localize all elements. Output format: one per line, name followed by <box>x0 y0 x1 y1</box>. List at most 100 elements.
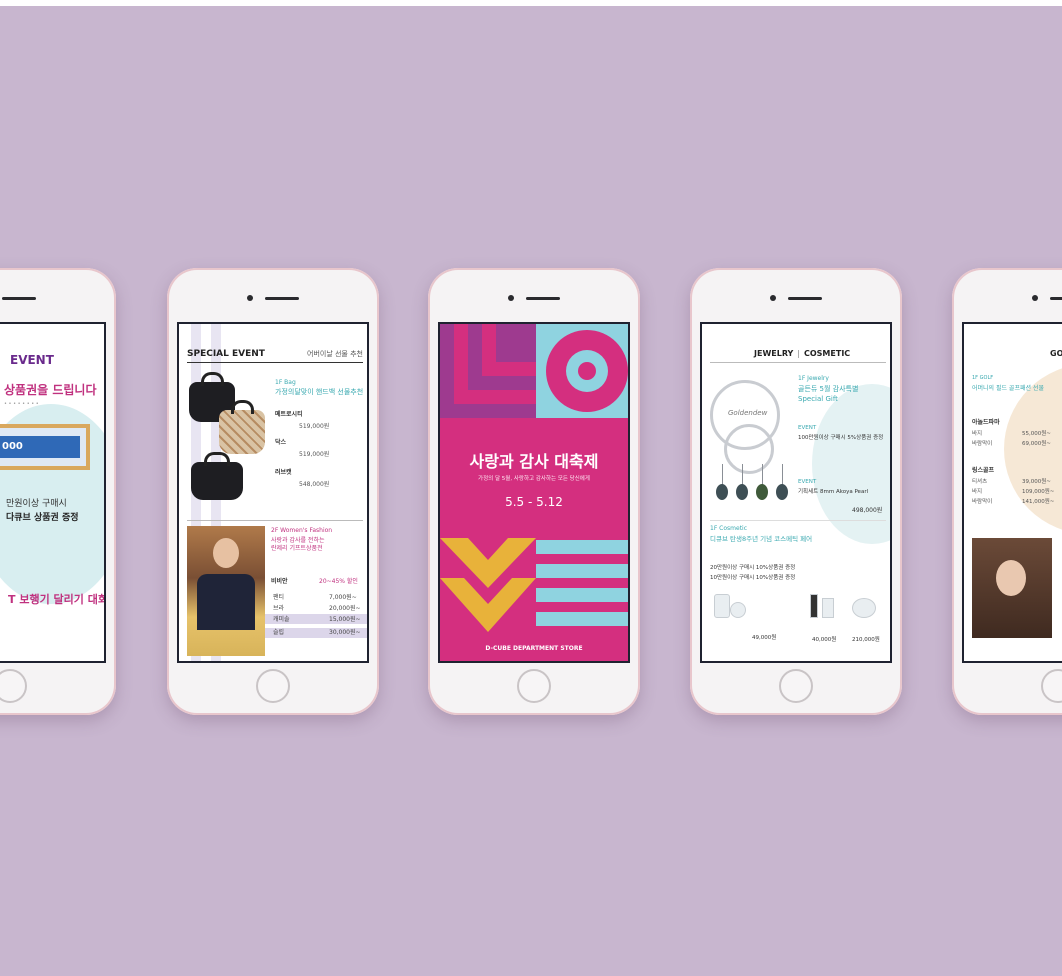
screen2-subtitle: 어버이날 선물 추천 <box>307 350 363 358</box>
screen4-promo1: 20만원이상 구매시 10%상품권 증정 <box>710 565 796 571</box>
row-price: 39,000원~ <box>1022 479 1051 485</box>
cosmetic-image <box>822 598 834 618</box>
screen2-floor1-desc: 가정의달맞이 핸드백 선물추천 <box>275 388 364 396</box>
list-item-name: 브라 <box>273 605 285 612</box>
screen4-floor: 1F Jewelry <box>798 375 829 382</box>
phone-1: EVENT 상품권을 드립니다 • • • • • • • • 000 만원이상… <box>0 268 116 715</box>
speaker-icon <box>265 297 299 300</box>
screen1-line1: 만원이상 구매시 <box>6 499 67 509</box>
row-price: 69,000원~ <box>1022 441 1051 447</box>
home-button[interactable] <box>517 669 551 703</box>
model-photo <box>972 538 1052 638</box>
screen4-event1-text: 100만원이상 구매시 5%상품권 증정 <box>798 435 884 441</box>
cosmetic-image <box>730 602 746 618</box>
letter-e-stripe <box>536 612 628 626</box>
screen2-price3: 548,000원 <box>299 481 330 488</box>
camera-icon <box>247 295 253 301</box>
divider <box>187 362 363 363</box>
row-price: 55,000원~ <box>1022 431 1051 437</box>
list-item-price: 30,000원~ <box>329 629 361 636</box>
screen4-price-a: 498,000원 <box>852 507 883 514</box>
event-dates: 5.5 - 5.12 <box>505 495 563 509</box>
cosmetic-image <box>852 598 876 618</box>
screen4-title-left: JEWELRY <box>754 349 794 358</box>
list-item-name: 슬립 <box>273 629 285 636</box>
screen2-floor2-desc2: 란제리 기프트상품전 <box>271 545 323 552</box>
home-button[interactable] <box>256 669 290 703</box>
home-button[interactable] <box>1041 669 1062 703</box>
list-item-price: 7,000원~ <box>329 594 357 601</box>
handbag-image <box>219 400 265 454</box>
home-button[interactable] <box>0 669 27 703</box>
screen4-floor2-desc: 디큐브 탄생8주년 기념 코스메틱 페어 <box>710 535 813 543</box>
phone-2: SPECIAL EVENT 어버이날 선물 추천 1F Bag 가정의달맞이 핸… <box>167 268 379 715</box>
screen2-brand3: 러브캣 <box>275 469 292 476</box>
row-label: 바지 <box>972 431 983 437</box>
page: EVENT 상품권을 드립니다 • • • • • • • • 000 만원이상… <box>0 0 1062 976</box>
letter-v-block <box>440 538 536 634</box>
letter-e-stripe <box>536 588 628 602</box>
screen5-title: GOL <box>1050 349 1062 358</box>
ring-image <box>724 424 774 474</box>
screen4-promo2: 10만원이상 구매시 10%상품권 증정 <box>710 575 796 581</box>
row-label: 바지 <box>972 489 983 495</box>
screen-5: GOL 1F GOLF 어머니의 필드 골프패션 선물 아놀드파마 바지 55,… <box>962 322 1062 663</box>
list-item-price: 15,000원~ <box>329 616 361 623</box>
camera-icon <box>770 295 776 301</box>
screen5-brand2: 링스골프 <box>972 467 995 474</box>
screen-3: 사랑과 감사 대축제 가정의 달 5월, 사랑하고 감사하는 모든 당신에게 5… <box>438 322 630 663</box>
screen-1: EVENT 상품권을 드립니다 • • • • • • • • 000 만원이상… <box>0 322 106 663</box>
gift-card-number: 000 <box>2 441 23 452</box>
screen5-brand1: 아놀드파마 <box>972 419 1000 426</box>
screen4-title-right: COSMETIC <box>804 349 851 358</box>
speaker-icon <box>526 297 560 300</box>
screen2-brand4: 비비안 <box>271 578 288 585</box>
screen4-desc2: Special Gift <box>798 395 838 403</box>
home-button[interactable] <box>779 669 813 703</box>
screen-2: SPECIAL EVENT 어버이날 선물 추천 1F Bag 가정의달맞이 핸… <box>177 322 369 663</box>
divider <box>187 520 363 521</box>
screen5-desc: 어머니의 필드 골프패션 선물 <box>972 385 1044 392</box>
speaker-icon <box>2 297 36 300</box>
screen-4: JEWELRY | COSMETIC Goldendew 1F Jewelry … <box>700 322 892 663</box>
speaker-icon <box>788 297 822 300</box>
screen2-price2: 519,000원 <box>299 451 330 458</box>
pendant-image <box>776 484 788 500</box>
brand-logo: Goldendew <box>728 409 768 417</box>
subline: 가정의 달 5월, 사랑하고 감사하는 모든 당신에게 <box>478 476 590 482</box>
gift-card-image: 000 <box>0 424 90 470</box>
screen5-floor: 1F GOLF <box>972 375 994 381</box>
phone-5: GOL 1F GOLF 어머니의 필드 골프패션 선물 아놀드파마 바지 55,… <box>952 268 1062 715</box>
cosmetic-image <box>714 594 730 618</box>
row-price: 109,000원~ <box>1022 489 1055 495</box>
letter-e-stripe <box>536 540 628 554</box>
phone-3: 사랑과 감사 대축제 가정의 달 5월, 사랑하고 감사하는 모든 당신에게 5… <box>428 268 640 715</box>
list-item-name: 캐미솔 <box>273 616 290 623</box>
screen2-brand1: 메트로시티 <box>275 411 303 418</box>
screen4-desc1: 골든듀 5월 감사특별 <box>798 385 859 393</box>
camera-icon <box>1032 295 1038 301</box>
pendant-image <box>736 484 748 500</box>
list-item-name: 팬티 <box>273 594 285 601</box>
row-price: 141,000원~ <box>1022 499 1055 505</box>
screen1-bottom: T 보행기 달리기 대회 <box>8 593 106 606</box>
row-label: 바람막이 <box>972 441 993 447</box>
top-strip <box>0 0 1062 6</box>
letter-e-stripe <box>536 564 628 578</box>
speaker-icon <box>1050 297 1062 300</box>
divider <box>710 362 886 363</box>
headline: 사랑과 감사 대축제 <box>469 452 599 471</box>
store-name: D-CUBE DEPARTMENT STORE <box>485 645 583 652</box>
screen1-line2: 다큐브 상품권 증정 <box>6 513 79 523</box>
screen1-headline: 상품권을 드립니다 <box>4 383 97 397</box>
screen2-brand2: 닥스 <box>275 439 287 446</box>
model-photo <box>187 526 265 656</box>
screen4-price-c: 40,000원 <box>812 637 837 643</box>
screen2-price1: 519,000원 <box>299 423 330 430</box>
camera-icon <box>508 295 514 301</box>
pendant-image <box>756 484 768 500</box>
screen2-title: SPECIAL EVENT <box>187 349 265 359</box>
phone-4: JEWELRY | COSMETIC Goldendew 1F Jewelry … <box>690 268 902 715</box>
screen4-event2-text: 기획세트 8mm Akoya Pearl <box>798 489 869 495</box>
screen4-price-d: 210,000원 <box>852 637 880 643</box>
